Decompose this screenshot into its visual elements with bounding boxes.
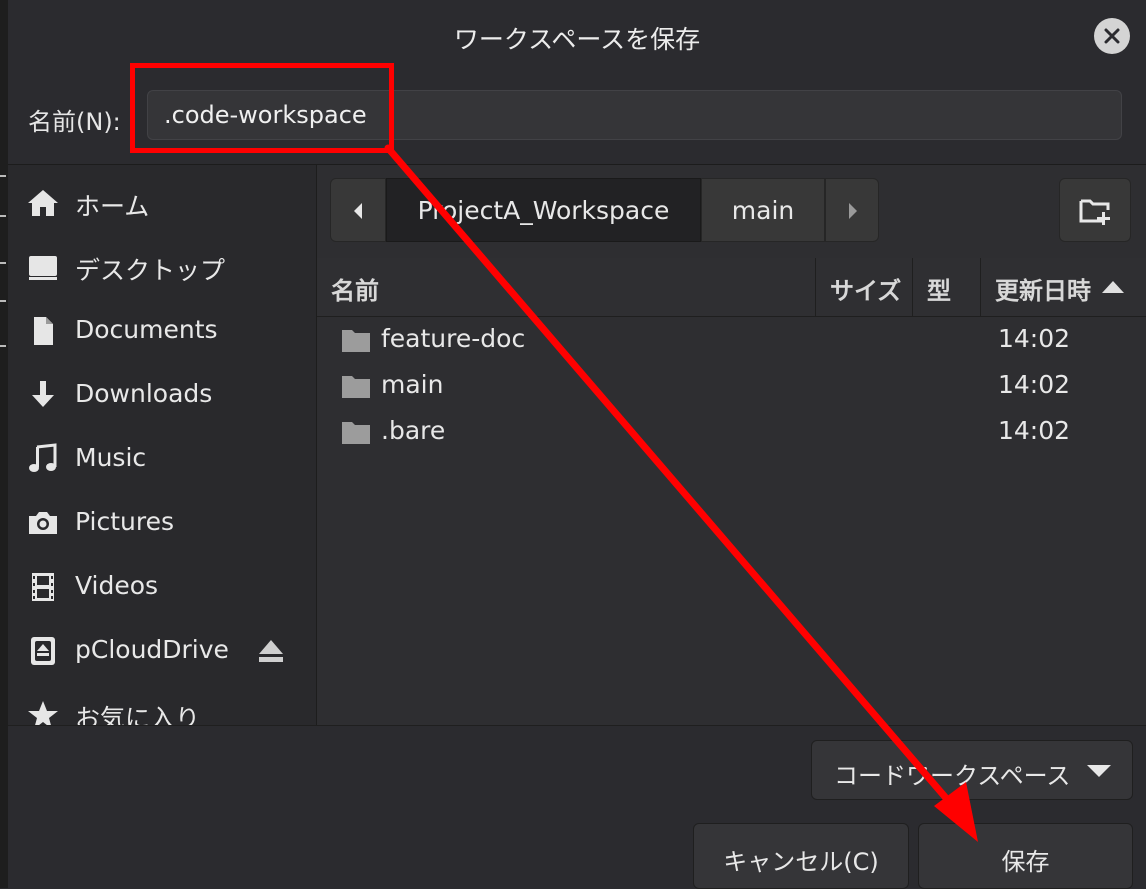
save-workspace-dialog: ワークスペースを保存 名前(N): ホーム デスクトップ bbox=[8, 0, 1146, 889]
column-type[interactable]: 型 bbox=[913, 258, 981, 316]
camera-icon bbox=[29, 512, 57, 534]
sidebar-item-downloads[interactable]: Downloads bbox=[8, 365, 316, 425]
chevron-right-icon bbox=[849, 203, 857, 219]
file-modified: 14:02 bbox=[998, 416, 1071, 445]
list-item[interactable]: main 14:02 bbox=[317, 363, 1146, 409]
path-back-button[interactable] bbox=[330, 178, 386, 242]
sidebar-item-label: お気に入り bbox=[75, 704, 201, 725]
sidebar-item-label: Pictures bbox=[75, 507, 174, 536]
sidebar-item-home[interactable]: ホーム bbox=[8, 173, 316, 233]
column-type-label: 型 bbox=[927, 277, 951, 305]
column-size-label: サイズ bbox=[830, 277, 902, 305]
file-name: feature-doc bbox=[381, 324, 526, 353]
chevron-down-icon bbox=[1087, 765, 1111, 777]
folder-icon bbox=[342, 422, 370, 444]
list-item[interactable]: .bare 14:02 bbox=[317, 409, 1146, 455]
filename-input[interactable] bbox=[147, 90, 1122, 140]
path-segment-label: ProjectA_Workspace bbox=[417, 196, 670, 225]
new-folder-icon bbox=[1079, 199, 1110, 225]
eject-icon[interactable] bbox=[256, 637, 286, 665]
sidebar-item-pictures[interactable]: Pictures bbox=[8, 493, 316, 553]
dialog-footer: コードワークスペース キャンセル(C) 保存 bbox=[8, 725, 1146, 889]
sidebar-item-favorites[interactable]: お気に入り bbox=[8, 685, 316, 725]
music-icon bbox=[29, 443, 57, 472]
path-forward-button[interactable] bbox=[825, 178, 879, 242]
close-button[interactable] bbox=[1094, 18, 1130, 54]
cancel-button[interactable]: キャンセル(C) bbox=[693, 823, 909, 889]
sidebar-item-label: Music bbox=[75, 443, 147, 472]
sidebar-item-label: Documents bbox=[75, 315, 218, 344]
new-folder-button[interactable] bbox=[1059, 178, 1131, 242]
document-icon bbox=[34, 317, 53, 345]
column-name-label: 名前 bbox=[331, 277, 379, 305]
sidebar-item-music[interactable]: Music bbox=[8, 429, 316, 489]
chevron-left-icon bbox=[354, 203, 362, 219]
column-name[interactable]: 名前 bbox=[317, 258, 816, 316]
sidebar-item-label: デスクトップ bbox=[75, 256, 226, 285]
sidebar-item-videos[interactable]: Videos bbox=[8, 557, 316, 617]
drive-icon bbox=[31, 637, 55, 665]
cancel-button-label: キャンセル(C) bbox=[723, 848, 879, 876]
file-type-filter-dropdown[interactable]: コードワークスペース bbox=[811, 740, 1133, 800]
sidebar-item-documents[interactable]: Documents bbox=[8, 301, 316, 361]
dialog-title: ワークスペースを保存 bbox=[453, 25, 701, 54]
folder-icon bbox=[342, 376, 370, 398]
film-icon bbox=[32, 573, 54, 601]
column-size[interactable]: サイズ bbox=[816, 258, 913, 316]
sidebar-item-label: pCloudDrive bbox=[75, 635, 229, 664]
sidebar-item-pclouddrive[interactable]: pCloudDrive bbox=[8, 621, 316, 681]
folder-icon bbox=[342, 330, 370, 352]
sidebar-item-label: Downloads bbox=[75, 379, 213, 408]
sort-ascending-icon bbox=[1102, 281, 1124, 293]
file-name: main bbox=[381, 370, 444, 399]
list-item[interactable]: feature-doc 14:02 bbox=[317, 317, 1146, 363]
name-label: 名前(N): bbox=[28, 108, 121, 136]
sidebar-item-label: ホーム bbox=[75, 192, 150, 221]
file-list-header: 名前 サイズ 型 更新日時 bbox=[317, 258, 1146, 317]
download-icon bbox=[32, 381, 54, 407]
path-segment-label: main bbox=[731, 196, 795, 225]
filter-selected-label: コードワークスペース bbox=[834, 762, 1071, 790]
sidebar-item-label: Videos bbox=[75, 571, 159, 600]
column-modified-label: 更新日時 bbox=[995, 277, 1091, 305]
file-modified: 14:02 bbox=[998, 324, 1071, 353]
name-row: 名前(N): bbox=[8, 74, 1146, 165]
close-icon bbox=[1104, 28, 1120, 44]
file-name: .bare bbox=[381, 416, 446, 445]
desktop-icon bbox=[29, 256, 57, 280]
save-button-label: 保存 bbox=[1001, 848, 1050, 876]
places-sidebar: ホーム デスクトップ Documents Downloads Music Pic… bbox=[8, 165, 317, 725]
file-modified: 14:02 bbox=[998, 370, 1071, 399]
path-segment-projecta-workspace[interactable]: ProjectA_Workspace bbox=[386, 178, 701, 242]
star-icon bbox=[28, 701, 58, 725]
sidebar-item-desktop[interactable]: デスクトップ bbox=[8, 237, 316, 297]
titlebar: ワークスペースを保存 bbox=[8, 0, 1146, 74]
save-button[interactable]: 保存 bbox=[918, 823, 1133, 889]
column-modified[interactable]: 更新日時 bbox=[981, 258, 1146, 316]
home-icon bbox=[28, 190, 58, 216]
file-list: feature-doc 14:02 main 14:02 .bare 14:02 bbox=[317, 317, 1146, 725]
path-segment-main[interactable]: main bbox=[701, 178, 825, 242]
